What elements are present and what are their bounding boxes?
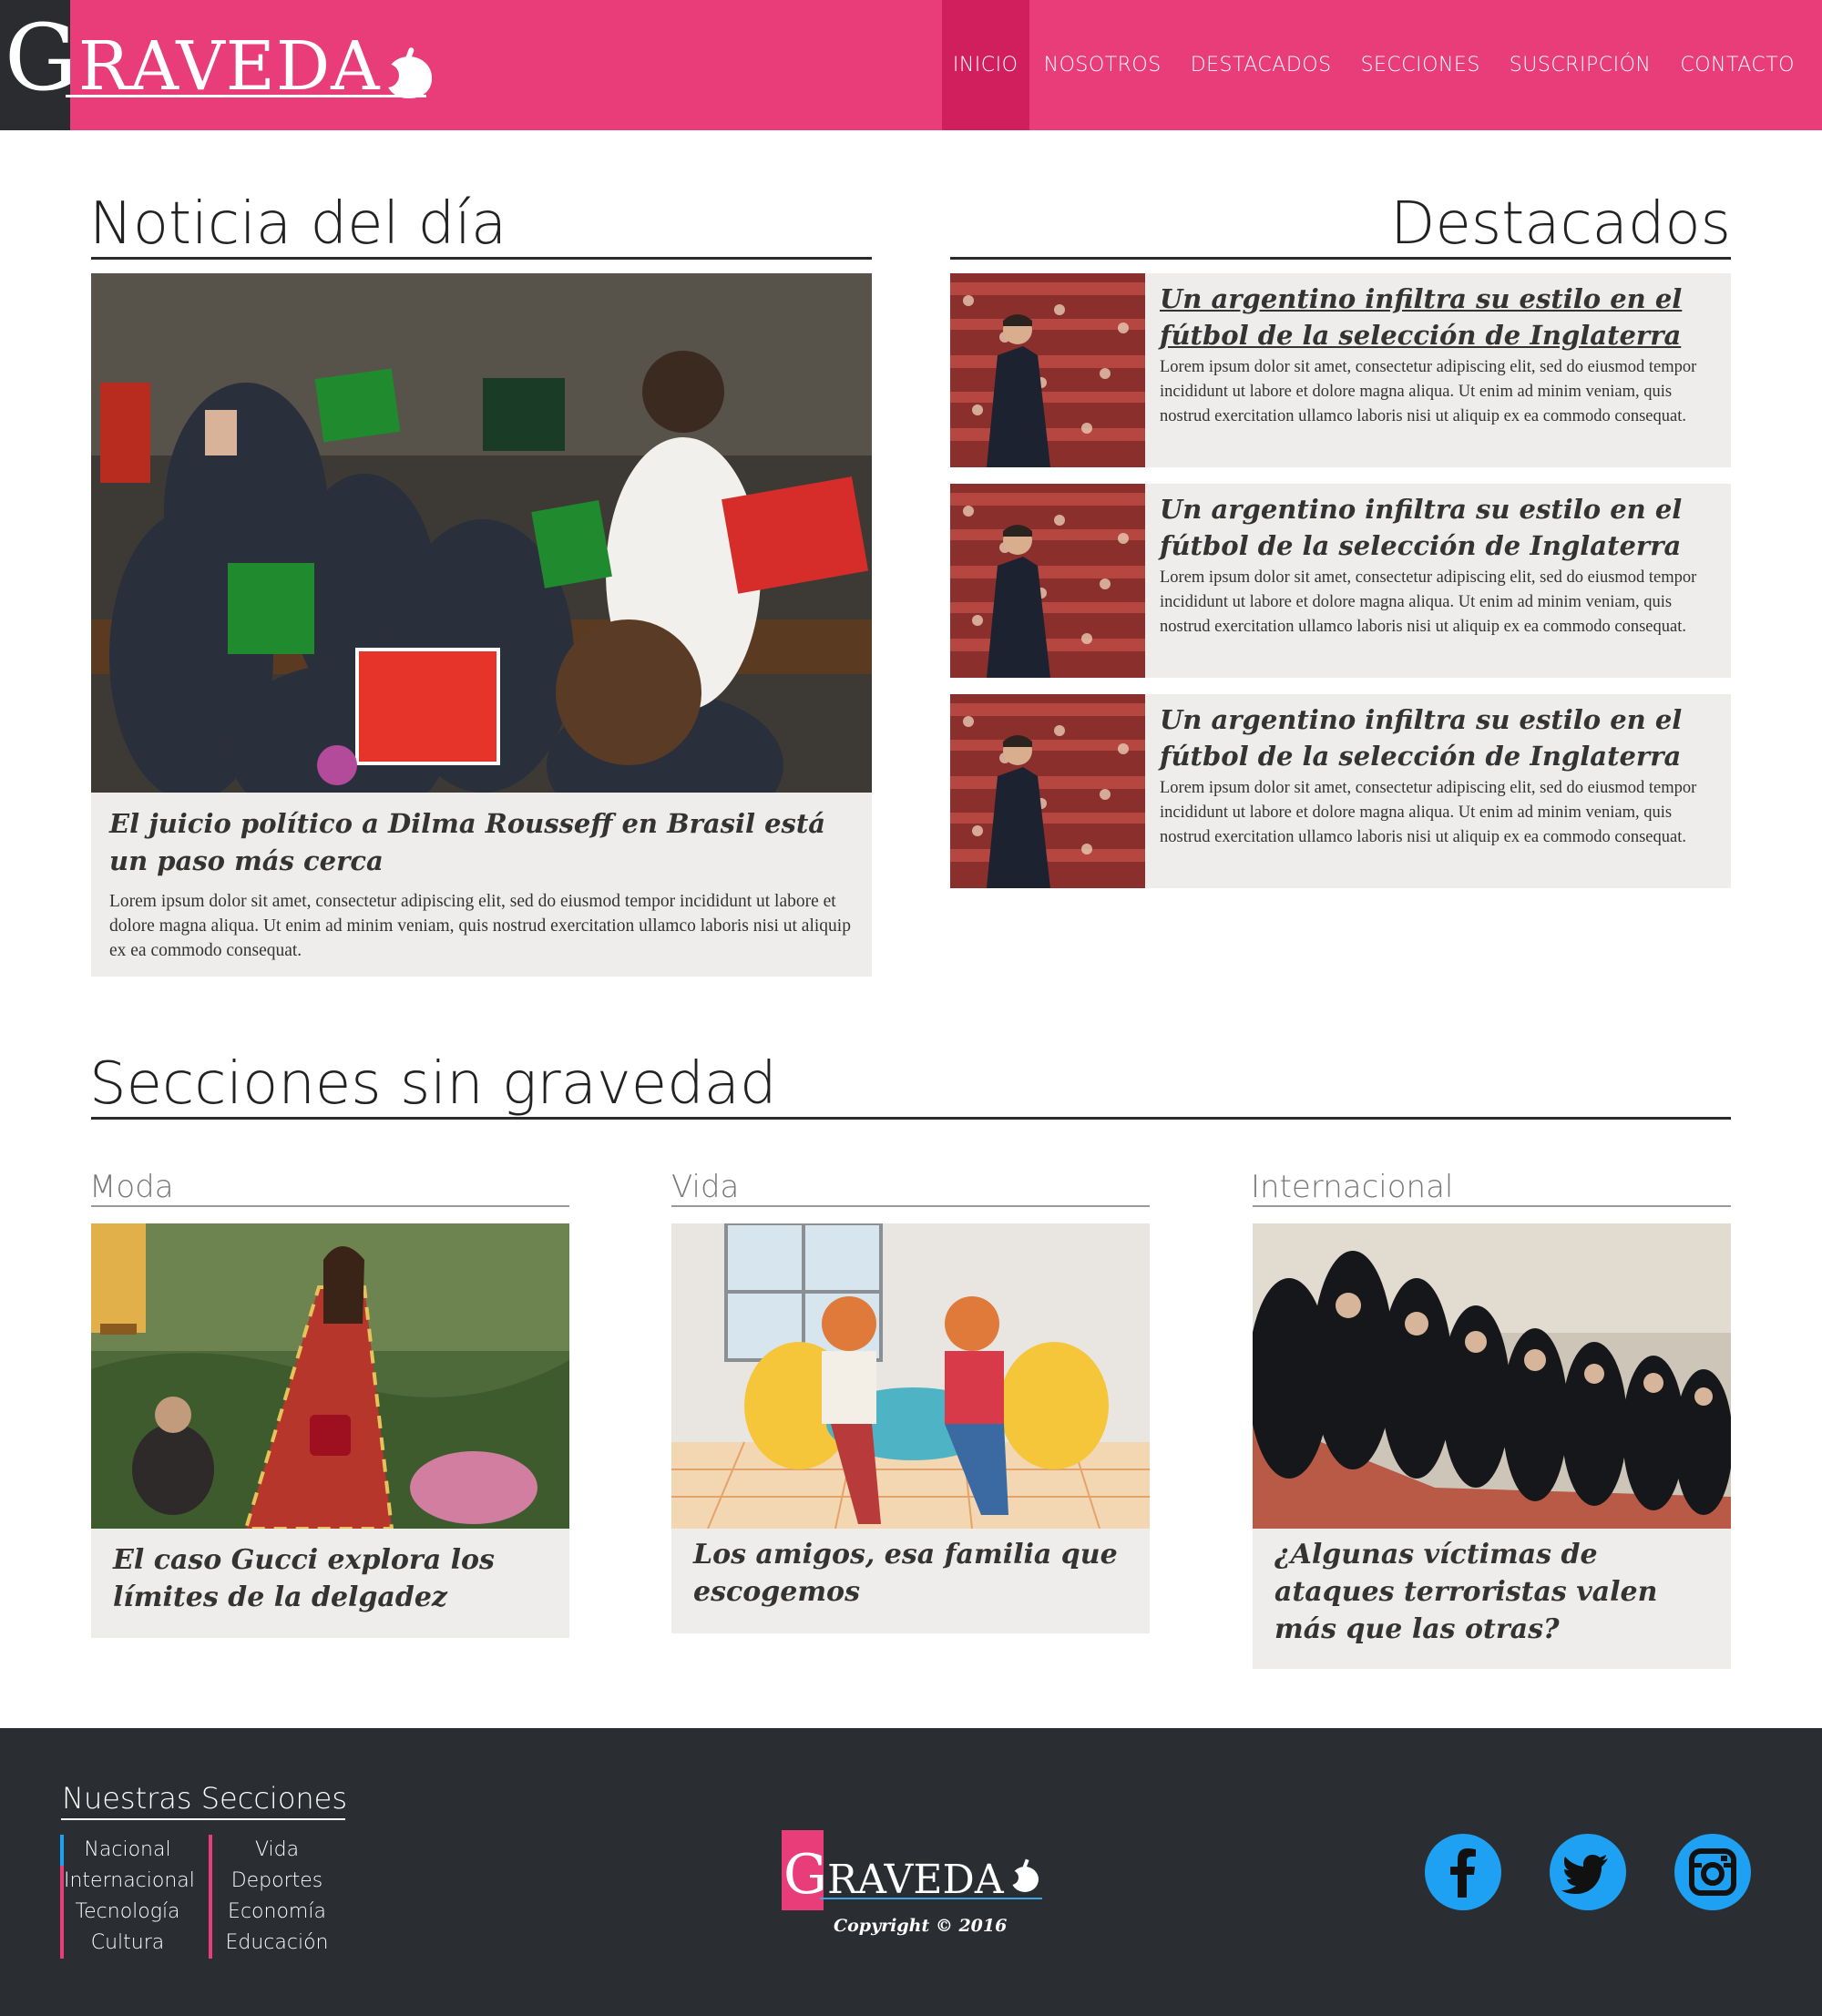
copyright: Copyright © 2016 [834,1916,1008,1936]
destacado-body: Lorem ipsum dolor sit amet, consectetur … [1160,779,1697,846]
seccion-image-vida[interactable] [671,1223,1150,1529]
seccion-image-internacional[interactable] [1253,1223,1731,1529]
seccion-category-internacional[interactable]: Internacional [1251,1169,1453,1205]
secciones-section-title: Secciones sin gravedad [89,1050,777,1118]
destacados-title-rule [950,257,1731,260]
destacado-body: Lorem ipsum dolor sit amet, consectetur … [1160,568,1697,636]
destacado-headline[interactable]: Un argentino infiltra su estilo en el fú… [1160,491,1715,564]
footer-link-internacional[interactable]: Internacional [64,1866,195,1897]
footer-col-2: Vida Deportes Economía Educación [215,1835,339,1959]
footer-title: Nuestras Secciones [62,1781,348,1816]
destacado-item[interactable]: Un argentino infiltra su estilo en el fú… [950,484,1731,678]
apple-logo-icon [374,46,434,100]
seccion-rule [671,1205,1150,1207]
logo-underline [66,95,426,97]
footer-link-cultura[interactable]: Cultura [64,1928,191,1959]
footer-link-educacion[interactable]: Educación [215,1928,339,1959]
destacados-section-title: Destacados [1390,190,1731,258]
destacado-item[interactable]: Un argentino infiltra su estilo en el fú… [950,694,1731,888]
footer-bar-pink-2 [209,1835,212,1959]
destacado-image[interactable] [950,273,1145,467]
instagram-icon[interactable] [1674,1834,1751,1910]
seccion-card-moda[interactable]: El caso Gucci explora los límites de la … [91,1529,569,1638]
logo-text: GRAVEDA [5,13,381,104]
noticia-body: Lorem ipsum dolor sit amet, consectetur … [109,892,851,960]
noticia-card[interactable]: El juicio político a Dilma Rousseff en B… [91,793,872,977]
footer-link-nacional[interactable]: Nacional [64,1835,191,1866]
nav-suscripcion[interactable]: SUSCRIPCIÓN [1495,0,1666,130]
main-nav: INICIO NOSOTROS DESTACADOS SECCIONES SUS… [941,0,1822,130]
destacado-image[interactable] [950,694,1145,888]
seccion-category-moda[interactable]: Moda [89,1169,174,1205]
footer-logo-letters: RAVEDA [826,1857,1004,1903]
seccion-card-vida[interactable]: Los amigos, esa familia que escogemos [671,1529,1150,1633]
facebook-icon[interactable] [1425,1834,1501,1910]
footer-link-economia[interactable]: Economía [215,1897,339,1928]
site-footer: Nuestras Secciones Nacional Internaciona… [0,1728,1822,2016]
destacado-headline[interactable]: Un argentino infiltra su estilo en el fú… [1160,701,1715,774]
destacado-item[interactable]: Un argentino infiltra su estilo en el fú… [950,273,1731,467]
nav-nosotros[interactable]: NOSOTROS [1029,0,1176,130]
secciones-title-rule [91,1117,1731,1120]
footer-apple-icon [1004,1858,1039,1892]
footer-link-vida[interactable]: Vida [215,1835,339,1866]
nav-inicio[interactable]: INICIO [941,0,1029,130]
nav-destacados[interactable]: DESTACADOS [1176,0,1346,130]
site-logo[interactable]: GRAVEDA [5,13,434,104]
destacado-body: Lorem ipsum dolor sit amet, consectetur … [1160,358,1697,425]
seccion-headline[interactable]: El caso Gucci explora los límites de la … [113,1541,548,1616]
site-header: GRAVEDA INICIO NOSOTROS DESTACADOS SECCI… [0,0,1822,130]
noticia-section-title: Noticia del día [89,190,507,258]
seccion-category-vida[interactable]: Vida [671,1169,739,1205]
seccion-headline[interactable]: Los amigos, esa familia que escogemos [693,1536,1128,1611]
footer-link-tecnologia[interactable]: Tecnología [64,1897,191,1928]
seccion-image-moda[interactable] [91,1223,569,1529]
nav-contacto[interactable]: CONTACTO [1665,0,1822,130]
noticia-title-rule [91,257,872,260]
seccion-rule [91,1205,569,1207]
footer-col-1: Nacional Internacional Tecnología Cultur… [64,1835,195,1959]
seccion-rule [1253,1205,1731,1207]
footer-link-deportes[interactable]: Deportes [215,1866,339,1897]
seccion-headline[interactable]: ¿Algunas víctimas de ataques terroristas… [1274,1536,1709,1648]
footer-title-rule [61,1818,345,1820]
noticia-headline[interactable]: El juicio político a Dilma Rousseff en B… [109,805,854,880]
seccion-card-internacional[interactable]: ¿Algunas víctimas de ataques terroristas… [1253,1529,1731,1669]
twitter-icon[interactable] [1550,1834,1626,1910]
noticia-image[interactable] [91,273,872,793]
destacado-image[interactable] [950,484,1145,678]
nav-secciones[interactable]: SECCIONES [1346,0,1495,130]
destacado-headline[interactable]: Un argentino infiltra su estilo en el fú… [1160,281,1715,353]
